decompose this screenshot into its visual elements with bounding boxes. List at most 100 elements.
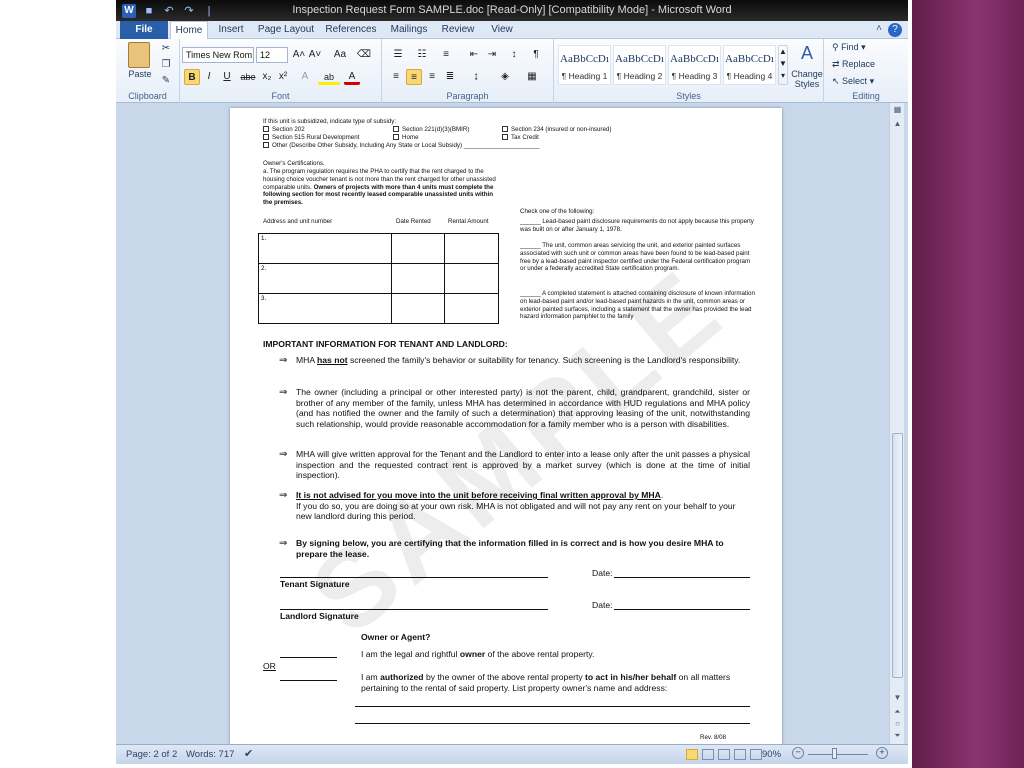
grow-font-button[interactable]: A˄ (292, 47, 306, 63)
paste-icon[interactable] (128, 42, 150, 68)
next-page-icon[interactable]: ⏷ (890, 731, 905, 742)
align-center-icon[interactable]: ≡ (406, 69, 422, 85)
table-cell[interactable] (391, 293, 446, 324)
checkbox-icon[interactable] (263, 142, 269, 149)
outline-icon[interactable] (734, 749, 746, 760)
checkbox-icon[interactable] (502, 134, 508, 141)
owner-address-line[interactable] (355, 723, 750, 724)
checkbox-icon[interactable] (502, 126, 508, 133)
subsidy-option[interactable]: Section 515 Rural Development (263, 134, 393, 142)
tab-review[interactable]: Review (438, 21, 478, 39)
increase-indent-icon[interactable]: ⇥ (484, 47, 500, 63)
landlord-signature-line[interactable] (280, 609, 548, 610)
font-size-field[interactable]: 12 (256, 47, 288, 63)
tab-home[interactable]: Home (170, 21, 208, 40)
owner-name-line[interactable] (355, 706, 750, 707)
checkbox-icon[interactable] (263, 134, 269, 141)
change-styles-icon[interactable]: A (790, 43, 824, 64)
checkbox-icon[interactable] (263, 126, 269, 133)
subsidy-option[interactable]: Section 234 (insured or non-insured) (502, 126, 642, 134)
copy-icon[interactable]: ❐ (160, 59, 172, 70)
table-cell[interactable] (391, 263, 446, 294)
subsidy-option[interactable]: Tax Credit (502, 134, 642, 142)
tab-page-layout[interactable]: Page Layout (256, 21, 316, 39)
zoom-slider[interactable] (808, 754, 868, 755)
subsidy-option[interactable]: Other (Describe Other Subsidy, Including… (263, 142, 623, 150)
bullets-icon[interactable]: ☰ (388, 47, 408, 63)
proofing-icon[interactable]: ✔ (244, 747, 253, 760)
zoom-level[interactable]: 90% (762, 749, 781, 760)
tenant-date-line[interactable] (614, 577, 750, 578)
document-page[interactable]: SAMPLE If this unit is subsidized, indic… (230, 108, 782, 748)
format-painter-icon[interactable]: ✎ (160, 75, 172, 86)
show-formatting-icon[interactable]: ¶ (528, 47, 544, 63)
ruler-toggle-icon[interactable]: ▦ (890, 105, 905, 116)
text-effects-icon[interactable]: A (296, 69, 314, 85)
landlord-date-line[interactable] (614, 609, 750, 610)
subsidy-option[interactable]: Section 202 (263, 126, 393, 134)
page-count[interactable]: Page: 2 of 2 (126, 749, 177, 760)
font-color-button[interactable]: A (344, 69, 360, 85)
previous-page-icon[interactable]: ⏶ (890, 707, 905, 718)
zoom-out-icon[interactable]: − (792, 747, 804, 759)
replace-button[interactable]: ⇄ Replace (832, 59, 902, 70)
decrease-indent-icon[interactable]: ⇤ (466, 47, 482, 63)
italic-button[interactable]: I (202, 69, 216, 85)
strikethrough-button[interactable]: abe (238, 69, 258, 85)
shading-icon[interactable]: ◈ (494, 69, 516, 85)
owner-check-line[interactable] (280, 657, 337, 658)
web-layout-icon[interactable] (718, 749, 730, 760)
numbering-icon[interactable]: ☷ (412, 47, 432, 63)
style-heading-1[interactable]: AaBbCcDı ¶ Heading 1 (558, 45, 611, 85)
justify-icon[interactable]: ≣ (442, 69, 458, 85)
zoom-slider-thumb[interactable] (832, 748, 837, 759)
clear-formatting-icon[interactable]: ⌫ (356, 47, 372, 63)
table-cell[interactable]: 1. (257, 233, 393, 264)
word-count[interactable]: Words: 717 (186, 749, 234, 760)
table-cell[interactable]: 3. (257, 293, 393, 324)
shrink-font-button[interactable]: A˅ (308, 47, 322, 63)
change-styles-button[interactable]: Change Styles (788, 69, 826, 89)
style-heading-3[interactable]: AaBbCcDı ¶ Heading 3 (668, 45, 721, 85)
cut-icon[interactable]: ✂ (160, 43, 172, 54)
browse-object-icon[interactable]: ○ (890, 719, 905, 730)
table-cell[interactable] (444, 263, 499, 294)
sort-icon[interactable]: ↕ (506, 47, 522, 63)
vertical-scrollbar[interactable]: ▦ ▲ ▼ ⏶ ○ ⏷ (889, 103, 904, 744)
paste-button[interactable]: Paste (124, 69, 156, 79)
scroll-down-icon[interactable]: ▼ (890, 693, 905, 704)
subsidy-option[interactable]: Home (393, 134, 503, 142)
tab-mailings[interactable]: Mailings (386, 21, 432, 39)
draft-icon[interactable] (750, 749, 762, 760)
checkbox-icon[interactable] (393, 126, 399, 133)
line-spacing-icon[interactable]: ↨ (466, 69, 486, 85)
tab-references[interactable]: References (322, 21, 380, 39)
table-cell[interactable] (444, 233, 499, 264)
highlight-button[interactable]: ab (318, 69, 340, 85)
bold-button[interactable]: B (184, 69, 200, 85)
help-icon[interactable]: ? (888, 23, 902, 37)
underline-button[interactable]: U (220, 69, 234, 85)
table-cell[interactable] (391, 233, 446, 264)
full-screen-reading-icon[interactable] (702, 749, 714, 760)
subsidy-option[interactable]: Section 221(d)(3)(BMIR) (393, 126, 503, 134)
zoom-in-icon[interactable]: + (876, 747, 888, 759)
font-name-field[interactable]: Times New Rom (182, 47, 254, 63)
find-button[interactable]: ⚲ Find ▾ (832, 42, 902, 53)
select-button[interactable]: ↖ Select ▾ (832, 76, 902, 87)
tab-file[interactable]: File (120, 21, 168, 39)
tenant-signature-line[interactable] (280, 577, 548, 578)
borders-icon[interactable]: ▦ (522, 69, 542, 85)
scroll-up-icon[interactable]: ▲ (890, 119, 905, 130)
tab-view[interactable]: View (484, 21, 520, 39)
table-cell[interactable]: 2. (257, 263, 393, 294)
print-layout-icon[interactable] (686, 749, 698, 760)
subscript-button[interactable]: x₂ (260, 69, 274, 85)
align-right-icon[interactable]: ≡ (424, 69, 440, 85)
checkbox-icon[interactable] (393, 134, 399, 141)
agent-check-line[interactable] (280, 680, 337, 681)
multilevel-list-icon[interactable]: ≡ (436, 47, 456, 63)
minimize-ribbon-icon[interactable]: ˄ (876, 23, 882, 34)
change-case-button[interactable]: Aa (330, 47, 350, 63)
scrollbar-thumb[interactable] (892, 433, 903, 678)
